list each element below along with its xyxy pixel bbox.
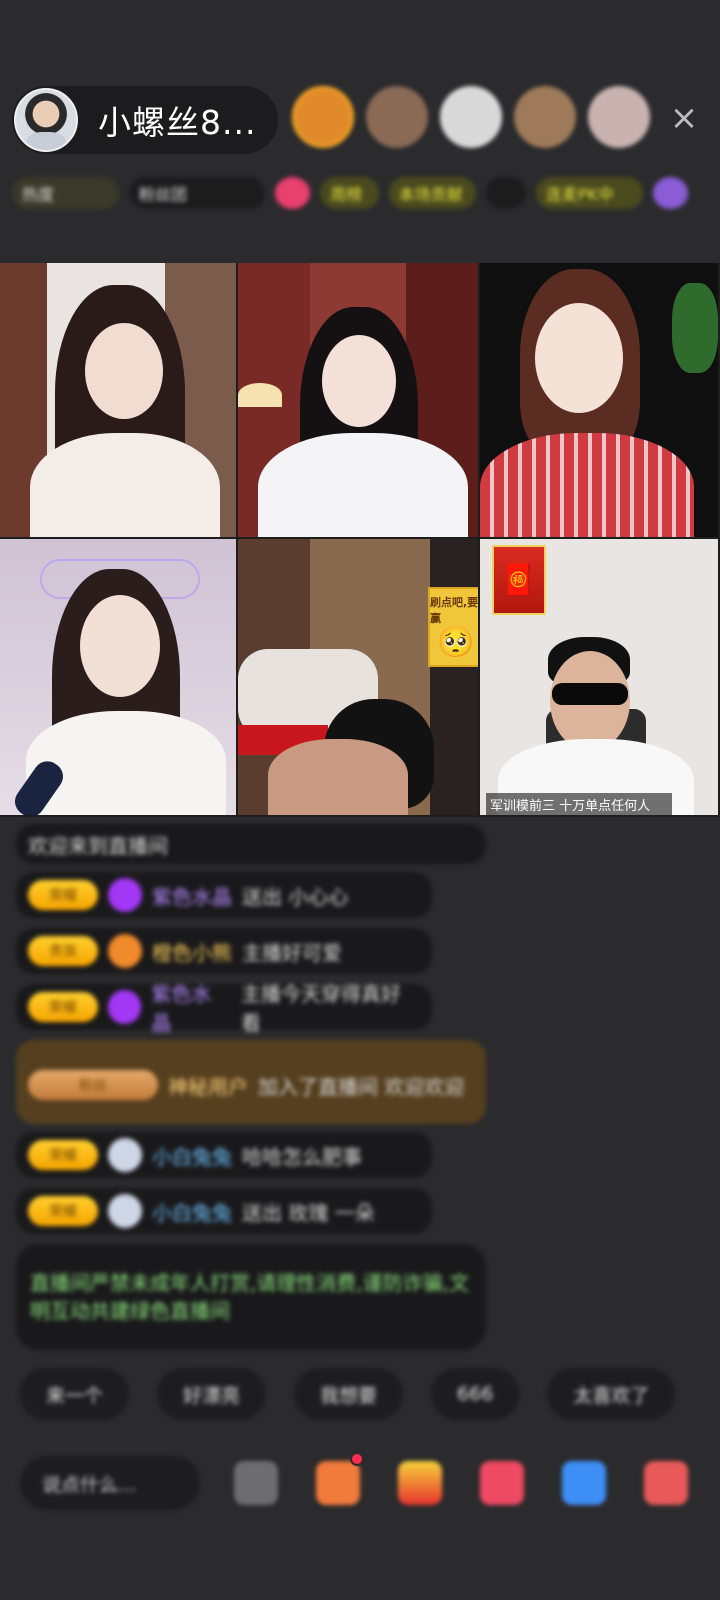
info-bar: 热度 粉丝团 周榜 本场贡献 连麦PK中: [12, 170, 689, 216]
system-text: 欢迎来到直播间: [28, 833, 168, 858]
system-message: 欢迎来到直播间: [16, 824, 486, 864]
seat-label: 军训模前三 十万单点任何人: [486, 793, 672, 815]
guest-body: [268, 739, 408, 815]
level-badge: 荣耀: [28, 992, 98, 1022]
chat-message[interactable]: 荣耀 小白兔兔 哈哈怎么肥事: [16, 1132, 432, 1178]
level-badge: 荣耀: [28, 1196, 98, 1226]
notice-text: 直播间严禁未成年人打赏,请理性消费,谨防诈骗,文明互动共建绿色直播间: [30, 1271, 470, 1323]
level-badge: 荣耀: [28, 880, 98, 910]
quick-reply-button[interactable]: 我想要: [294, 1368, 404, 1420]
guest-body: [258, 433, 468, 537]
rabbit-icon: [108, 1194, 142, 1228]
top-viewer-avatar[interactable]: [292, 86, 354, 148]
host-info[interactable]: 小螺丝8...: [12, 86, 278, 154]
diamond-icon: [107, 990, 142, 1024]
chip-label: 本场贡献: [398, 185, 463, 204]
contribution-chip[interactable]: 本场贡献: [388, 177, 477, 209]
quick-reply-button[interactable]: 好漂亮: [157, 1368, 267, 1420]
guest-face: [85, 323, 163, 419]
notification-dot: [350, 1452, 364, 1466]
treasure-icon[interactable]: [398, 1461, 442, 1505]
multi-guest-video-grid: 刷点吧,要赢 🥺 🧧 军训模前三 十万单点任何人: [0, 263, 720, 817]
heart-icon[interactable]: [480, 1461, 524, 1505]
sticker-image: 刷点吧,要赢 🥺: [428, 587, 479, 667]
diamond-icon: [108, 878, 142, 912]
host-name: 小螺丝8...: [98, 103, 257, 142]
chip-label: 热度: [22, 185, 55, 204]
quick-reply-button[interactable]: 666: [431, 1368, 520, 1420]
top-viewer-avatar[interactable]: [588, 86, 650, 148]
guest-video-3[interactable]: [480, 263, 720, 539]
chat-message[interactable]: 荣耀 紫色水晶 送出 小心心: [16, 872, 432, 918]
guest-body: [30, 433, 220, 537]
chat-username[interactable]: 紫色水晶: [151, 978, 231, 1036]
chat-message[interactable]: 贵族 橙色小熊 主播好可爱: [16, 928, 432, 974]
comment-input[interactable]: 说点什么...: [20, 1456, 200, 1510]
chat-text: 送出 小心心: [242, 884, 349, 909]
divider-chip: [486, 177, 526, 209]
chat-text: 主播今天穿得真好看: [240, 982, 401, 1035]
more-icon[interactable]: [644, 1461, 688, 1505]
chat-message[interactable]: 荣耀 小白兔兔 送出 玫瑰 一朵: [16, 1188, 432, 1234]
guest-video-4[interactable]: [0, 539, 238, 817]
plant-decoration: [672, 283, 718, 373]
chat-text: 哈哈怎么肥事: [242, 1144, 362, 1169]
guest-face: [80, 595, 160, 697]
bear-icon: [108, 934, 142, 968]
chat-text: 加入了直播间 欢迎欢迎: [258, 1074, 465, 1099]
chat-bubble-icon[interactable]: [562, 1461, 606, 1505]
host-avatar[interactable]: [14, 88, 78, 152]
sunglasses: [552, 683, 628, 705]
chat-username[interactable]: 橙色小熊: [152, 937, 232, 966]
chat-username[interactable]: 神秘用户: [168, 1071, 248, 1100]
share-icon[interactable]: [234, 1461, 278, 1505]
quick-reply-button[interactable]: 来一个: [20, 1368, 130, 1420]
pk-chip[interactable]: 连麦PK中: [535, 177, 643, 209]
red-envelope-icon: 🧧: [500, 562, 538, 598]
chat-username[interactable]: 小白兔兔: [152, 1197, 232, 1226]
more-chip-icon[interactable]: [652, 177, 689, 209]
chat-text: 送出 玫瑰 一朵: [242, 1200, 375, 1225]
chat-username[interactable]: 小白兔兔: [152, 1141, 232, 1170]
sticker-face-icon: 🥺: [437, 625, 475, 660]
guest-face: [535, 303, 623, 413]
guest-video-1[interactable]: [0, 263, 238, 539]
guest-video-5[interactable]: 刷点吧,要赢 🥺: [238, 539, 480, 817]
guest-body: [480, 433, 694, 537]
close-icon[interactable]: ×: [664, 98, 704, 138]
rabbit-icon: [108, 1138, 142, 1172]
bottom-bar: 说点什么...: [20, 1452, 710, 1510]
lamp-decoration: [238, 383, 282, 407]
level-badge: 贵族: [28, 936, 98, 966]
chat-text: 主播好可爱: [242, 940, 342, 965]
quick-replies: 来一个 好漂亮 我想要 666 太喜欢了: [20, 1368, 676, 1420]
gift-box-icon[interactable]: [316, 1461, 360, 1505]
badge-icon: [274, 177, 311, 209]
top-viewer-avatar[interactable]: [366, 86, 428, 148]
highlight-message[interactable]: 粉丝 神秘用户 加入了直播间 欢迎欢迎: [16, 1040, 486, 1124]
top-viewer-avatar[interactable]: [440, 86, 502, 148]
level-badge: 粉丝: [28, 1070, 158, 1100]
rank-chip[interactable]: 周榜: [320, 177, 379, 209]
chip-label: 粉丝团: [138, 185, 187, 204]
chip-label: 周榜: [330, 185, 363, 204]
level-badge: 荣耀: [28, 1140, 98, 1170]
chip-label: 连麦PK中: [545, 185, 614, 204]
hot-chip[interactable]: 热度: [12, 177, 119, 209]
guest-video-2[interactable]: [238, 263, 480, 539]
guest-video-6[interactable]: 🧧 军训模前三 十万单点任何人: [480, 539, 720, 817]
chat-username[interactable]: 紫色水晶: [152, 881, 232, 910]
lucky-banner[interactable]: 🧧: [492, 545, 546, 615]
top-viewers: [292, 86, 650, 148]
chat-message[interactable]: 荣耀 紫色水晶 主播今天穿得真好看: [16, 982, 432, 1035]
top-viewer-avatar[interactable]: [514, 86, 576, 148]
guest-face: [322, 335, 396, 427]
fan-chip[interactable]: 粉丝团: [128, 177, 265, 209]
sticker-text: 刷点吧,要赢: [430, 596, 479, 625]
quick-reply-button[interactable]: 太喜欢了: [547, 1368, 676, 1420]
notice-message: 直播间严禁未成年人打赏,请理性消费,谨防诈骗,文明互动共建绿色直播间: [16, 1244, 486, 1350]
